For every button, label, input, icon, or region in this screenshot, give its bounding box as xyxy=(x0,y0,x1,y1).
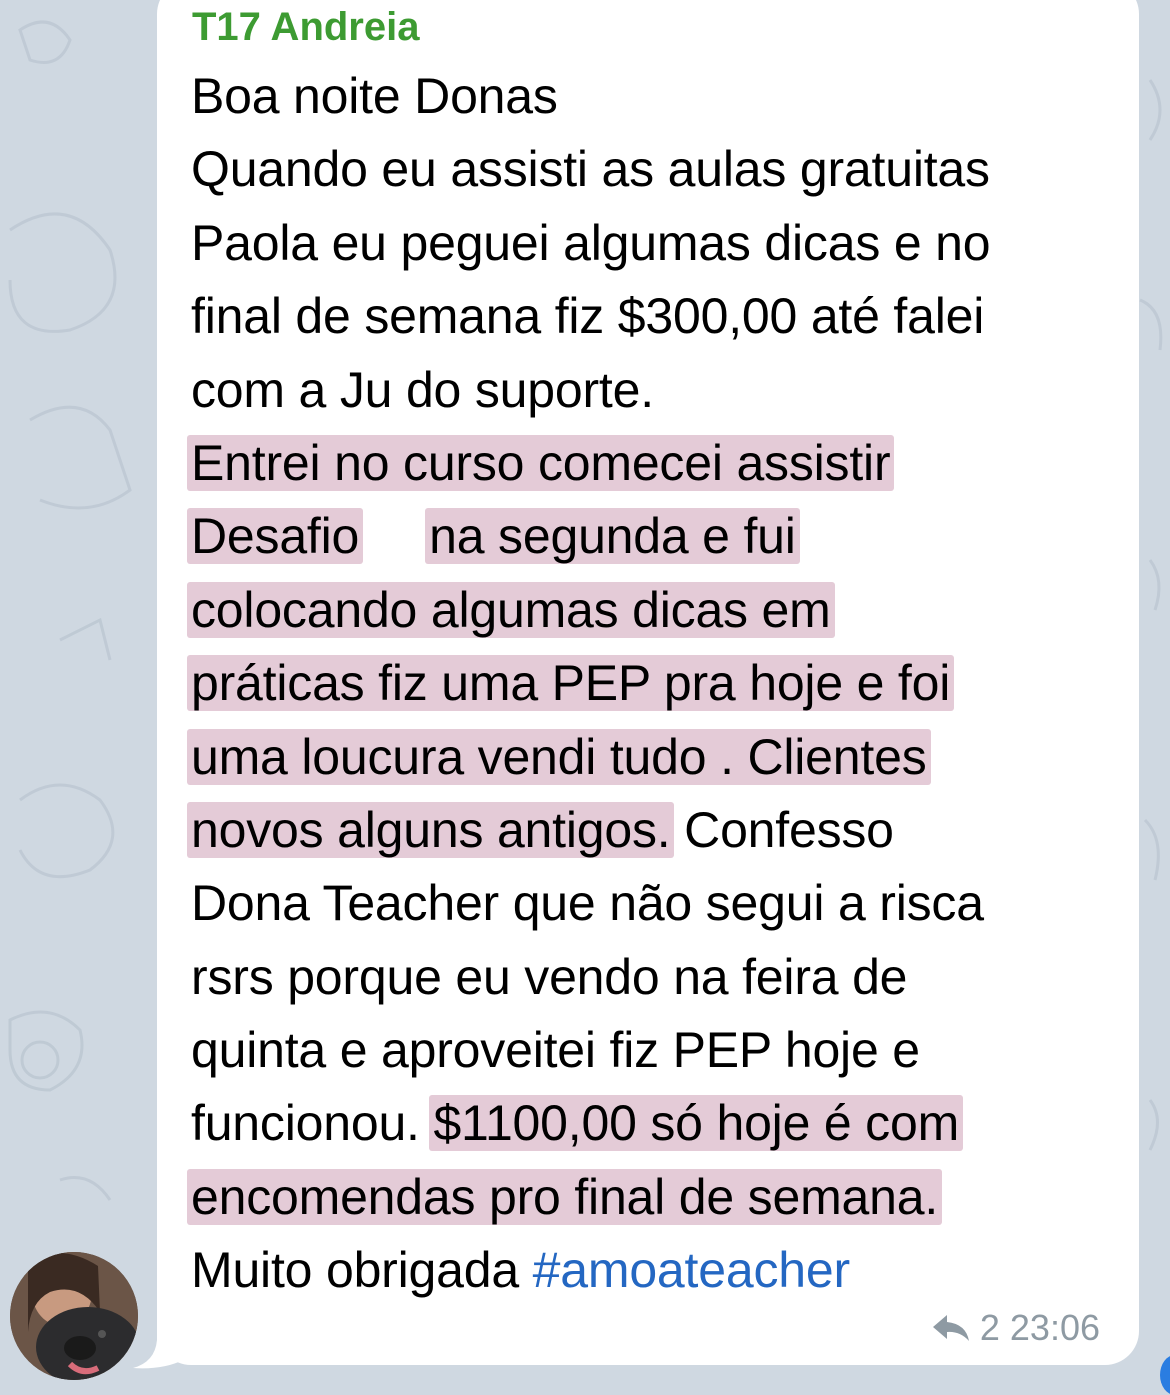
message-text: Boa noite Donas Quando eu assisti as aul… xyxy=(187,60,1121,1308)
highlighted-text: na segunda e fui xyxy=(425,508,800,565)
message-fragment: funcionou. xyxy=(191,1095,434,1152)
highlighted-text: colocando algumas dicas em xyxy=(187,581,835,638)
message-line: novos alguns antigos. Confesso xyxy=(187,794,1121,867)
hashtag-link[interactable]: #amoateacher xyxy=(533,1242,850,1298)
highlighted-text: práticas fiz uma PEP pra hoje e foi xyxy=(187,655,955,712)
message-line: Quando eu assisti as aulas gratuitas xyxy=(191,141,990,198)
user-avatar[interactable] xyxy=(10,1252,138,1380)
message-line: colocando algumas dicas em xyxy=(187,574,1121,647)
highlighted-text: novos alguns antigos. xyxy=(187,801,675,858)
message-line: Muito obrigada #amoateacher xyxy=(191,1234,1121,1307)
sender-name[interactable]: T17 Andreia xyxy=(192,2,419,52)
message-line: rsrs porque eu vendo na feira de xyxy=(191,948,908,1005)
message-line: quinta e aproveitei fiz PEP hoje e xyxy=(191,1022,920,1079)
message-line: uma loucura vendi tudo . Clientes xyxy=(187,721,1121,794)
highlighted-text: Entrei no curso comecei assistir xyxy=(187,434,895,491)
message-meta: 2 23:06 xyxy=(932,1306,1100,1350)
reply-arrow-icon[interactable] xyxy=(932,1313,970,1343)
message-line: Boa noite Donas xyxy=(191,68,558,124)
message-fragment: Muito obrigada xyxy=(191,1242,533,1299)
message-line: Desafio na segunda e fui xyxy=(187,500,1121,573)
message-line: encomendas pro final de semana. xyxy=(187,1161,1121,1234)
reply-count[interactable]: 2 xyxy=(980,1306,1000,1350)
highlighted-text: $1100,00 só hoje é com xyxy=(429,1095,964,1152)
message-line: com a Ju do suporte. xyxy=(191,361,654,418)
message-time: 23:06 xyxy=(1009,1307,1100,1348)
message-line: práticas fiz uma PEP pra hoje e foi xyxy=(187,647,1121,720)
highlighted-text: uma loucura vendi tudo . Clientes xyxy=(187,728,931,785)
highlighted-text: Desafio xyxy=(187,508,364,565)
highlighted-text: encomendas pro final de semana. xyxy=(187,1168,943,1225)
message-line: Paola eu peguei algumas dicas e no xyxy=(191,214,991,271)
message-line: final de semana fiz $300,00 até falei xyxy=(191,288,985,345)
message-line: Entrei no curso comecei assistir xyxy=(187,427,1121,500)
message-line: Dona Teacher que não segui a risca xyxy=(191,875,984,932)
message-fragment: Confesso xyxy=(670,801,894,858)
message-line: funcionou. $1100,00 só hoje é com xyxy=(191,1087,1121,1160)
